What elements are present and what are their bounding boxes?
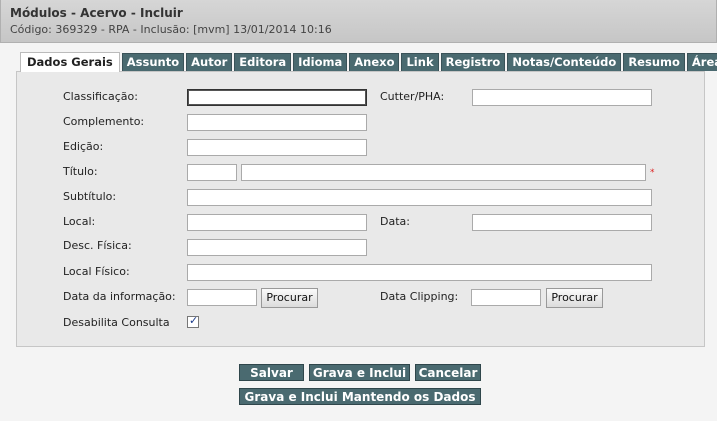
data-input[interactable] <box>472 214 652 231</box>
subtitulo-input[interactable] <box>187 189 652 206</box>
page-header: Módulos - Acervo - Incluir Código: 36932… <box>0 0 717 43</box>
tab-assunto[interactable]: Assunto <box>121 53 185 71</box>
procurar-button[interactable]: Procurar <box>261 288 318 308</box>
data-informacao-input[interactable] <box>187 289 257 306</box>
data-informacao-label: Data da informação: <box>63 290 176 303</box>
page-title: Módulos - Acervo - Incluir <box>10 6 183 20</box>
tab-resumo[interactable]: Resumo <box>623 53 685 71</box>
tab-idioma[interactable]: Idioma <box>293 53 348 71</box>
tab-autor[interactable]: Autor <box>186 53 233 71</box>
desabilita-consulta-checkbox[interactable]: ✓ <box>187 314 199 328</box>
titulo-prefix-input[interactable] <box>187 164 237 181</box>
tab-anexo[interactable]: Anexo <box>349 53 400 71</box>
local-fisico-input[interactable] <box>187 264 652 281</box>
edicao-input[interactable] <box>187 139 367 156</box>
tab-notas-conteudo[interactable]: Notas/Conteúdo <box>507 53 622 71</box>
subtitulo-label: Subtítulo: <box>63 190 117 203</box>
tab-bar: Dados Gerais Assunto Autor Editora Idiom… <box>20 52 717 72</box>
procurar-clipping-button[interactable]: Procurar <box>546 288 603 308</box>
classificacao-label: Classificação: <box>63 90 138 103</box>
tab-editora[interactable]: Editora <box>234 53 292 71</box>
tab-registro[interactable]: Registro <box>440 53 506 71</box>
desc-fisica-input[interactable] <box>187 239 367 256</box>
form-panel: Classificação: Cutter/PHA: Complemento: … <box>16 71 705 347</box>
complemento-label: Complemento: <box>63 115 145 128</box>
classificacao-input[interactable] <box>187 89 367 106</box>
data-clipping-label: Data Clipping: <box>380 290 459 303</box>
tab-dados-gerais[interactable]: Dados Gerais <box>20 52 120 72</box>
local-label: Local: <box>63 215 96 228</box>
required-marker: * <box>650 168 655 178</box>
cutter-label: Cutter/PHA: <box>380 90 445 103</box>
data-clipping-input[interactable] <box>471 289 541 306</box>
edicao-label: Edição: <box>63 140 104 153</box>
titulo-input[interactable] <box>241 164 646 181</box>
record-info: Código: 369329 - RPA - Inclusão: [mvm] 1… <box>10 23 332 36</box>
local-fisico-label: Local Físico: <box>63 265 130 278</box>
tab-link[interactable]: Link <box>401 53 439 71</box>
data-label: Data: <box>380 215 410 228</box>
local-input[interactable] <box>187 214 367 231</box>
desc-fisica-label: Desc. Física: <box>63 239 132 252</box>
cutter-input[interactable] <box>472 89 652 106</box>
tab-area[interactable]: Área <box>686 53 717 71</box>
desabilita-consulta-label: Desabilita Consulta <box>63 316 170 329</box>
cancelar-button[interactable]: Cancelar <box>415 364 481 381</box>
complemento-input[interactable] <box>187 114 367 131</box>
checkmark-icon: ✓ <box>189 314 199 327</box>
titulo-label: Título: <box>63 165 98 178</box>
salvar-button[interactable]: Salvar <box>239 364 304 381</box>
grava-inclui-button[interactable]: Grava e Inclui <box>309 364 410 381</box>
grava-inclui-mantendo-button[interactable]: Grava e Inclui Mantendo os Dados <box>239 388 481 405</box>
